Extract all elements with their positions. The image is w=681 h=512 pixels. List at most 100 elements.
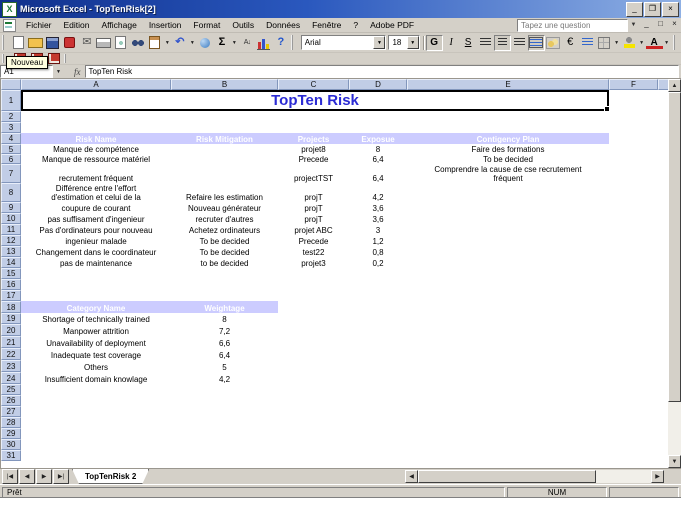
search-icon[interactable] xyxy=(129,35,146,51)
cell-E24[interactable] xyxy=(407,372,609,384)
chart-wizard-icon[interactable] xyxy=(255,35,272,51)
cell-C27[interactable] xyxy=(278,406,349,417)
scroll-up-icon[interactable]: ▲ xyxy=(668,79,681,92)
cell-A10[interactable]: pas suffisament d'ingenieur xyxy=(21,213,171,224)
cell-A31[interactable] xyxy=(21,450,171,461)
cell-C18[interactable] xyxy=(278,301,349,313)
toolbar-grip-2[interactable] xyxy=(291,35,297,50)
prev-sheet-icon[interactable]: ◀ xyxy=(19,469,35,484)
cell-E26[interactable] xyxy=(407,395,609,406)
cell-C24[interactable] xyxy=(278,372,349,384)
cell-B27[interactable] xyxy=(171,406,278,417)
cell-A19[interactable]: Shortage of technically trained xyxy=(21,313,171,324)
italic-icon[interactable]: I xyxy=(443,35,460,51)
row-header-2[interactable]: 2 xyxy=(1,111,21,122)
cell-F19[interactable] xyxy=(609,313,658,324)
cell-F31[interactable] xyxy=(609,450,658,461)
cell-F8[interactable] xyxy=(609,183,658,202)
cell-C14[interactable]: projet3 xyxy=(278,257,349,268)
cell-E10[interactable] xyxy=(407,213,609,224)
formula-input[interactable]: TopTen Risk xyxy=(84,65,679,78)
open-folder-icon[interactable] xyxy=(27,35,44,51)
row-header-26[interactable]: 26 xyxy=(1,395,21,406)
minimize-button[interactable]: _ xyxy=(626,1,643,17)
cell-C13[interactable]: test22 xyxy=(278,246,349,257)
cell-B3[interactable] xyxy=(171,122,278,133)
cell-D26[interactable] xyxy=(349,395,407,406)
cell-E30[interactable] xyxy=(407,439,609,450)
cell-E14[interactable] xyxy=(407,257,609,268)
row-header-31[interactable]: 31 xyxy=(1,450,21,461)
menu-donn-es[interactable]: Données xyxy=(260,19,306,31)
cell-F21[interactable] xyxy=(609,336,658,348)
cell-D7[interactable]: 6,4 xyxy=(349,164,407,183)
cell-C10[interactable]: projT xyxy=(278,213,349,224)
cell-F28[interactable] xyxy=(609,417,658,428)
cell-B11[interactable]: Achetez ordinateurs xyxy=(171,224,278,235)
cell-E27[interactable] xyxy=(407,406,609,417)
menu-fen-tre[interactable]: Fenêtre xyxy=(306,19,347,31)
sheet-tab-active[interactable]: TopTenRisk 2 xyxy=(72,469,149,484)
row-header-29[interactable]: 29 xyxy=(1,428,21,439)
cell-A24[interactable]: Insufficient domain knowlage xyxy=(21,372,171,384)
horizontal-scroll-thumb[interactable] xyxy=(418,470,596,483)
row-header-23[interactable]: 23 xyxy=(1,360,21,372)
cell-E21[interactable] xyxy=(407,336,609,348)
selection-fill-handle[interactable] xyxy=(604,106,610,112)
increase-indent-icon[interactable] xyxy=(579,35,596,51)
fill-color-icon[interactable] xyxy=(621,35,638,51)
cell-D24[interactable] xyxy=(349,372,407,384)
select-all-button[interactable] xyxy=(1,79,21,90)
paste-dropdown-icon[interactable]: ▼ xyxy=(163,35,171,51)
cell-D21[interactable] xyxy=(349,336,407,348)
print-preview-icon[interactable] xyxy=(112,35,129,51)
cell-F13[interactable] xyxy=(609,246,658,257)
cell-C31[interactable] xyxy=(278,450,349,461)
cell-B6[interactable] xyxy=(171,154,278,164)
scroll-right-icon[interactable]: ▶ xyxy=(651,470,664,483)
cell-F18[interactable] xyxy=(609,301,658,313)
cell-C25[interactable] xyxy=(278,384,349,395)
cell-F22[interactable] xyxy=(609,348,658,360)
cell-D12[interactable]: 1,2 xyxy=(349,235,407,246)
restore-button[interactable]: ❐ xyxy=(644,1,661,17)
cell-A26[interactable] xyxy=(21,395,171,406)
cell-C7[interactable]: projectTST xyxy=(278,164,349,183)
column-header-B[interactable]: B xyxy=(171,79,278,90)
cell-B10[interactable]: recruter d'autres xyxy=(171,213,278,224)
cell-E22[interactable] xyxy=(407,348,609,360)
doc-restore-button[interactable]: □ xyxy=(654,19,667,31)
cell-B9[interactable]: Nouveau générateur xyxy=(171,202,278,213)
menu-adobe-pdf[interactable]: Adobe PDF xyxy=(364,19,420,31)
row-header-17[interactable]: 17 xyxy=(1,290,21,301)
cell-F10[interactable] xyxy=(609,213,658,224)
cell-F20[interactable] xyxy=(609,324,658,336)
column-header-A[interactable]: A xyxy=(21,79,171,90)
cell-A11[interactable]: Pas d'ordinateurs pour nouveau xyxy=(21,224,171,235)
cell-C30[interactable] xyxy=(278,439,349,450)
toolbar-grip[interactable] xyxy=(2,35,8,50)
cell-A14[interactable]: pas de maintenance xyxy=(21,257,171,268)
cell-C16[interactable] xyxy=(278,279,349,290)
font-color-dropdown-icon[interactable]: ▼ xyxy=(663,35,671,51)
cell-C6[interactable]: Precede xyxy=(278,154,349,164)
cell-B20[interactable]: 7,2 xyxy=(171,324,278,336)
vertical-scroll-thumb[interactable] xyxy=(668,92,681,402)
title-merged-cell[interactable]: TopTen Risk xyxy=(21,90,610,112)
cell-B8[interactable]: Refaire les estimation xyxy=(171,183,278,202)
row-header-24[interactable]: 24 xyxy=(1,372,21,384)
cell-A28[interactable] xyxy=(21,417,171,428)
row-header-19[interactable]: 19 xyxy=(1,313,21,324)
align-center-icon[interactable] xyxy=(493,34,511,51)
row-header-21[interactable]: 21 xyxy=(1,336,21,348)
row-header-27[interactable]: 27 xyxy=(1,406,21,417)
cell-A22[interactable]: Inadequate test coverage xyxy=(21,348,171,360)
save-icon[interactable] xyxy=(44,35,61,51)
cell-E6[interactable]: To be decided xyxy=(407,154,609,164)
cell-A15[interactable] xyxy=(21,268,171,279)
cell-D22[interactable] xyxy=(349,348,407,360)
cell-B24[interactable]: 4,2 xyxy=(171,372,278,384)
cell-A17[interactable] xyxy=(21,290,171,301)
row-header-4[interactable]: 4 xyxy=(1,133,21,144)
cell-F9[interactable] xyxy=(609,202,658,213)
